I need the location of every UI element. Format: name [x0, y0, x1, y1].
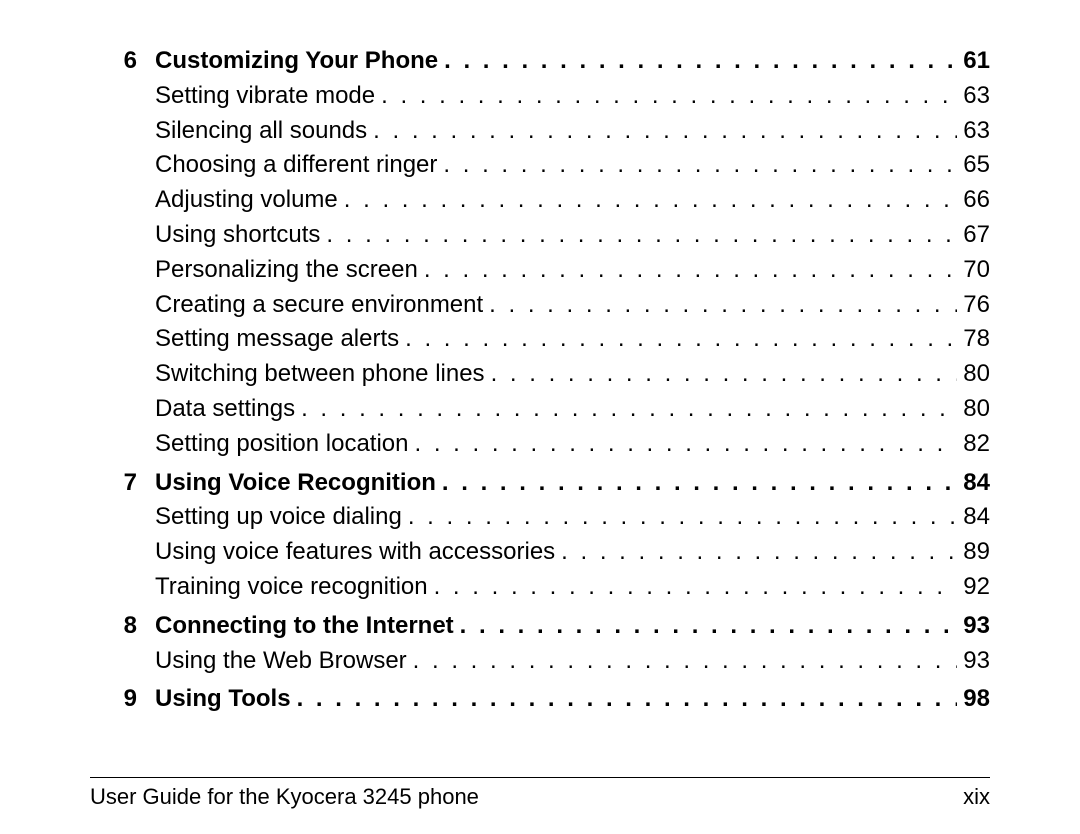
footer-page-number: xix [963, 784, 990, 810]
toc-section: Setting up voice dialing 84 [90, 500, 990, 535]
toc-entry-title: Using shortcuts [155, 218, 326, 253]
toc-dot-leader [434, 570, 958, 605]
toc-dot-leader [415, 427, 958, 462]
toc-entry-page: 61 [957, 44, 990, 79]
toc-dot-leader [491, 357, 958, 392]
table-of-contents: 6Customizing Your Phone61Setting vibrate… [90, 44, 990, 717]
page: 6Customizing Your Phone61Setting vibrate… [0, 0, 1080, 834]
toc-section: Personalizing the screen 70 [90, 253, 990, 288]
toc-chapter-number: 7 [90, 466, 155, 501]
toc-entry-title: Using voice features with accessories [155, 535, 561, 570]
toc-entry-page: 70 [957, 253, 990, 288]
toc-entry-title: Connecting to the Internet [155, 609, 460, 644]
toc-section: Switching between phone lines 80 [90, 357, 990, 392]
toc-section: Using shortcuts 67 [90, 218, 990, 253]
toc-section: Silencing all sounds 63 [90, 114, 990, 149]
toc-chapter: 9Using Tools 98 [90, 682, 990, 717]
toc-dot-leader [408, 500, 957, 535]
toc-entry-page: 65 [957, 148, 990, 183]
toc-entry-title: Switching between phone lines [155, 357, 491, 392]
footer-doc-title: User Guide for the Kyocera 3245 phone [90, 784, 479, 810]
toc-section: Setting position location 82 [90, 427, 990, 462]
toc-chapter: 7Using Voice Recognition 84 [90, 466, 990, 501]
toc-entry-page: 89 [957, 535, 990, 570]
toc-entry-title: Customizing Your Phone [155, 44, 444, 79]
toc-entry-title: Choosing a different ringer [155, 148, 443, 183]
toc-entry-page: 93 [957, 644, 990, 679]
toc-entry-title: Setting position location [155, 427, 415, 462]
toc-entry-page: 80 [957, 392, 990, 427]
footer-rule [90, 777, 990, 778]
toc-section: Data settings 80 [90, 392, 990, 427]
toc-entry-title: Creating a secure environment [155, 288, 489, 323]
toc-dot-leader [444, 44, 957, 79]
toc-entry-title: Using Voice Recognition [155, 466, 442, 501]
toc-entry-title: Setting message alerts [155, 322, 405, 357]
toc-entry-page: 82 [957, 427, 990, 462]
toc-section: Adjusting volume 66 [90, 183, 990, 218]
toc-section: Choosing a different ringer 65 [90, 148, 990, 183]
toc-entry-page: 63 [957, 79, 990, 114]
toc-dot-leader [561, 535, 957, 570]
toc-dot-leader [344, 183, 958, 218]
toc-entry-page: 63 [957, 114, 990, 149]
toc-entry-page: 92 [957, 570, 990, 605]
toc-chapter-number: 8 [90, 609, 155, 644]
toc-dot-leader [413, 644, 958, 679]
toc-chapter-number: 9 [90, 682, 155, 717]
toc-entry-title: Using the Web Browser [155, 644, 413, 679]
toc-entry-title: Setting vibrate mode [155, 79, 381, 114]
toc-entry-page: 66 [957, 183, 990, 218]
toc-entry-page: 80 [957, 357, 990, 392]
toc-dot-leader [443, 148, 957, 183]
toc-dot-leader [489, 288, 957, 323]
toc-section: Setting message alerts 78 [90, 322, 990, 357]
toc-section: Using voice features with accessories 89 [90, 535, 990, 570]
toc-dot-leader [373, 114, 957, 149]
toc-entry-title: Training voice recognition [155, 570, 434, 605]
toc-entry-page: 84 [957, 466, 990, 501]
toc-chapter: 6Customizing Your Phone 61 [90, 44, 990, 79]
toc-entry-title: Personalizing the screen [155, 253, 424, 288]
toc-chapter: 8Connecting to the Internet 93 [90, 609, 990, 644]
toc-section: Creating a secure environment 76 [90, 288, 990, 323]
toc-section: Setting vibrate mode 63 [90, 79, 990, 114]
toc-entry-page: 93 [957, 609, 990, 644]
toc-chapter-number: 6 [90, 44, 155, 79]
toc-dot-leader [301, 392, 957, 427]
toc-entry-title: Using Tools [155, 682, 297, 717]
page-footer: User Guide for the Kyocera 3245 phone xi… [90, 777, 990, 810]
toc-section: Training voice recognition 92 [90, 570, 990, 605]
toc-dot-leader [405, 322, 957, 357]
toc-dot-leader [381, 79, 957, 114]
toc-dot-leader [297, 682, 958, 717]
toc-entry-title: Data settings [155, 392, 301, 427]
toc-dot-leader [460, 609, 958, 644]
toc-entry-page: 98 [957, 682, 990, 717]
toc-entry-title: Silencing all sounds [155, 114, 373, 149]
toc-dot-leader [442, 466, 957, 501]
toc-dot-leader [326, 218, 957, 253]
footer-row: User Guide for the Kyocera 3245 phone xi… [90, 784, 990, 810]
toc-dot-leader [424, 253, 957, 288]
toc-entry-page: 78 [957, 322, 990, 357]
toc-entry-page: 76 [957, 288, 990, 323]
toc-entry-title: Adjusting volume [155, 183, 344, 218]
toc-entry-page: 84 [957, 500, 990, 535]
toc-entry-title: Setting up voice dialing [155, 500, 408, 535]
toc-entry-page: 67 [957, 218, 990, 253]
toc-section: Using the Web Browser 93 [90, 644, 990, 679]
